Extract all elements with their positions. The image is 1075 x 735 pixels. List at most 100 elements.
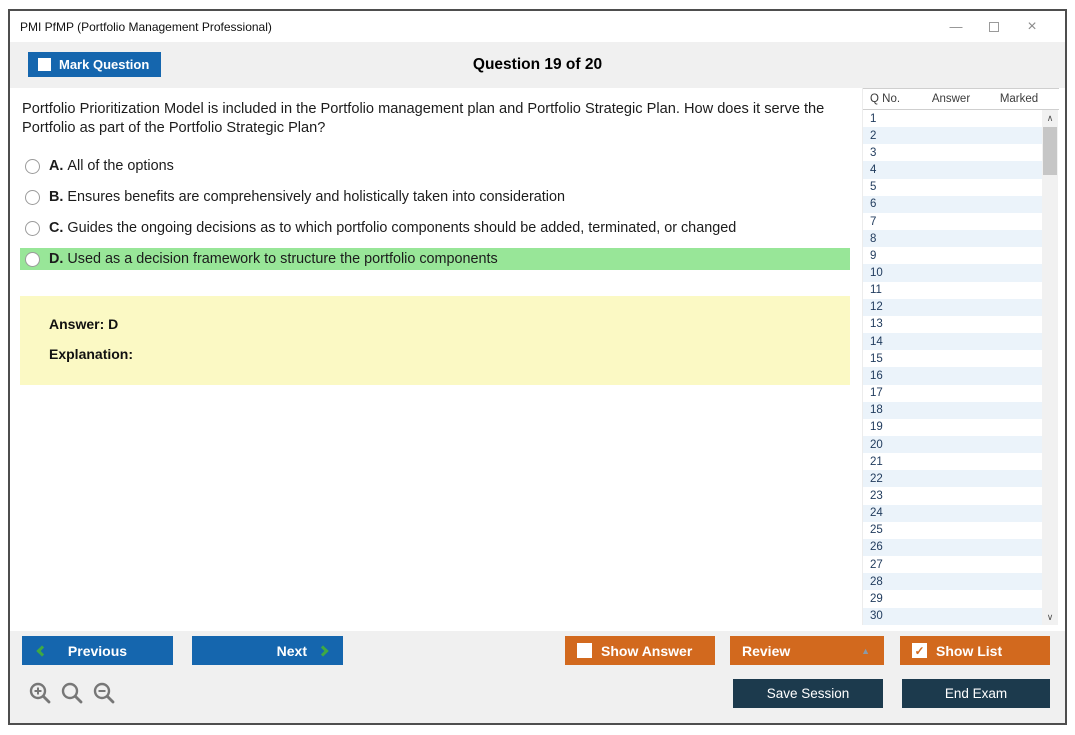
question-list-row[interactable]: 22	[863, 470, 1043, 488]
question-list-row[interactable]: 2	[863, 127, 1043, 145]
show-list-button[interactable]: ✓ Show List	[900, 636, 1050, 665]
previous-button[interactable]: Previous	[22, 636, 173, 665]
option-a[interactable]: A. All of the options	[20, 155, 850, 177]
option-b[interactable]: B. Ensures benefits are comprehensively a…	[20, 186, 850, 208]
explanation-label: Explanation:	[49, 346, 134, 362]
chevron-right-icon	[317, 644, 329, 657]
row-qno: 16	[870, 369, 883, 382]
scroll-down-icon[interactable]: ∨	[1042, 609, 1058, 625]
question-list-row[interactable]: 9	[863, 247, 1043, 264]
scrollbar[interactable]: ∧ ∨	[1042, 110, 1058, 625]
mark-question-label: Mark Question	[59, 57, 150, 72]
chevron-left-icon	[36, 644, 48, 657]
row-qno: 26	[870, 541, 883, 554]
question-list-row[interactable]: 26	[863, 538, 1043, 557]
row-qno: 3	[870, 146, 877, 159]
option-letter: A.	[49, 158, 64, 174]
show-list-label: Show List	[936, 642, 1003, 659]
scroll-up-icon[interactable]: ∧	[1042, 110, 1058, 126]
review-button[interactable]: Review ▲	[730, 636, 884, 665]
question-list-row[interactable]: 8	[863, 230, 1043, 248]
option-letter: B.	[49, 189, 64, 205]
show-answer-checkbox[interactable]	[577, 643, 592, 658]
row-qno: 13	[870, 318, 883, 331]
question-list-row[interactable]: 4	[863, 161, 1043, 179]
question-list-row[interactable]: 24	[863, 504, 1043, 522]
save-session-button[interactable]: Save Session	[733, 679, 883, 708]
row-qno: 21	[870, 455, 883, 468]
row-qno: 2	[870, 129, 877, 142]
row-qno: 23	[870, 490, 883, 503]
footer-band: Previous Next Show Answer Review ▲ ✓ Sho…	[10, 631, 1065, 723]
question-list-row[interactable]: 25	[863, 522, 1043, 539]
review-label: Review	[742, 642, 791, 659]
minimize-button[interactable]: —	[937, 11, 975, 42]
question-list-row[interactable]: 1	[863, 110, 1043, 127]
option-text: Guides the ongoing decisions as to which…	[67, 220, 737, 236]
question-list-row[interactable]: 18	[863, 401, 1043, 419]
next-label: Next	[276, 642, 307, 659]
question-list-row[interactable]: 13	[863, 316, 1043, 333]
minimize-icon: —	[949, 19, 963, 34]
question-list-row[interactable]: 11	[863, 282, 1043, 299]
radio-icon[interactable]	[25, 189, 40, 205]
question-list-row[interactable]: 3	[863, 144, 1043, 161]
question-list-row[interactable]: 21	[863, 453, 1043, 470]
scrollbar-thumb[interactable]	[1043, 127, 1057, 175]
answer-panel: Answer: D Explanation:	[20, 296, 850, 385]
question-list-row[interactable]: 17	[863, 385, 1043, 402]
option-c[interactable]: C. Guides the ongoing decisions as to whi…	[20, 217, 850, 239]
maximize-icon	[989, 21, 999, 32]
close-button[interactable]: ×	[1013, 11, 1051, 42]
zoom-in-icon[interactable]	[28, 681, 52, 705]
show-answer-button[interactable]: Show Answer	[565, 636, 715, 665]
title-bar: PMI PfMP (Portfolio Management Professio…	[10, 11, 1065, 42]
row-qno: 7	[870, 215, 877, 228]
maximize-button[interactable]	[975, 11, 1013, 42]
question-list-row[interactable]: 12	[863, 298, 1043, 316]
show-list-checkbox[interactable]: ✓	[912, 643, 927, 658]
question-list-row[interactable]: 14	[863, 333, 1043, 351]
question-list-row[interactable]: 27	[863, 556, 1043, 573]
question-list-row[interactable]: 29	[863, 590, 1043, 607]
question-list-row[interactable]: 6	[863, 195, 1043, 213]
mark-question-button[interactable]: Mark Question	[28, 52, 161, 77]
show-answer-label: Show Answer	[601, 642, 693, 659]
question-list-row[interactable]: 7	[863, 213, 1043, 230]
next-button[interactable]: Next	[192, 636, 343, 665]
close-icon: ×	[1027, 17, 1037, 35]
question-list-row[interactable]: 20	[863, 435, 1043, 454]
question-list-row[interactable]: 15	[863, 350, 1043, 367]
mark-question-checkbox[interactable]	[38, 58, 51, 71]
option-text: All of the options	[67, 158, 174, 174]
radio-icon[interactable]	[25, 220, 40, 236]
end-exam-label: End Exam	[944, 686, 1008, 701]
row-qno: 29	[870, 592, 883, 605]
window-controls: — ×	[937, 11, 1051, 42]
question-list-row[interactable]: 16	[863, 367, 1043, 385]
question-list-row[interactable]: 23	[863, 487, 1043, 504]
question-list-row[interactable]: 5	[863, 179, 1043, 196]
column-qno: Q No.	[870, 93, 901, 105]
row-qno: 25	[870, 524, 883, 537]
radio-icon[interactable]	[25, 158, 40, 174]
zoom-reset-icon[interactable]	[60, 681, 84, 705]
options-list: A. All of the options B. Ensures benefits …	[20, 155, 850, 279]
zoom-out-icon[interactable]	[92, 681, 116, 705]
question-list-row[interactable]: 30	[863, 607, 1043, 625]
zoom-tools	[28, 681, 116, 705]
row-qno: 30	[870, 610, 883, 623]
header-band: Question 19 of 20 Mark Question	[10, 42, 1065, 88]
row-qno: 27	[870, 558, 883, 571]
question-list-row[interactable]: 28	[863, 573, 1043, 591]
end-exam-button[interactable]: End Exam	[902, 679, 1050, 708]
column-answer: Answer	[931, 93, 971, 105]
question-list-row[interactable]: 19	[863, 419, 1043, 436]
save-session-label: Save Session	[766, 686, 850, 701]
question-list-row[interactable]: 10	[863, 264, 1043, 282]
question-list-header: Q No. Answer Marked	[863, 88, 1059, 110]
radio-icon[interactable]	[25, 251, 40, 267]
row-qno: 5	[870, 181, 877, 194]
previous-label: Previous	[67, 642, 128, 659]
option-d[interactable]: D. Used as a decision framework to struct…	[20, 248, 850, 270]
